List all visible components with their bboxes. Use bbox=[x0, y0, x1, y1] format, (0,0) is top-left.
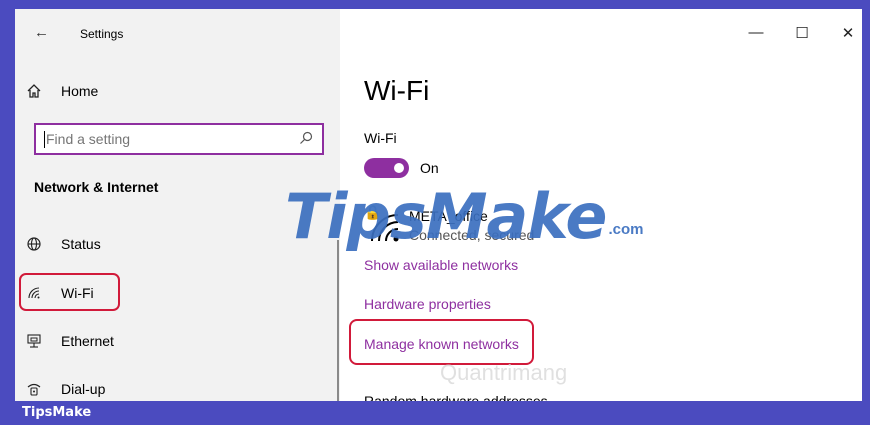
sidebar-item-home[interactable]: Home bbox=[24, 83, 98, 99]
home-icon bbox=[24, 83, 44, 99]
network-status: Connected, secured bbox=[409, 227, 535, 243]
close-button[interactable]: ✕ bbox=[838, 24, 858, 42]
minimize-button[interactable]: — bbox=[746, 24, 766, 42]
app-title: Settings bbox=[80, 27, 124, 41]
wifi-toggle[interactable] bbox=[364, 158, 409, 178]
text-caret bbox=[44, 131, 45, 148]
search-box[interactable] bbox=[34, 123, 324, 155]
frame-top-border bbox=[0, 0, 870, 9]
page-title: Wi-Fi bbox=[364, 75, 430, 106]
footer-bar bbox=[0, 401, 870, 425]
random-hardware-addresses-heading: Random hardware addresses bbox=[364, 394, 548, 401]
show-available-networks-link[interactable]: Show available networks bbox=[364, 257, 518, 273]
back-arrow-icon[interactable]: ← bbox=[34, 24, 49, 41]
wifi-highlight-box bbox=[19, 273, 120, 311]
globe-icon bbox=[24, 236, 44, 252]
dialup-icon bbox=[24, 381, 44, 397]
toggle-knob bbox=[394, 163, 404, 173]
sidebar-item-dialup[interactable]: Dial-up bbox=[24, 381, 105, 397]
sidebar-item-label: Dial-up bbox=[61, 381, 106, 397]
section-heading: Network & Internet bbox=[34, 179, 159, 195]
wifi-toggle-label: Wi-Fi bbox=[364, 130, 397, 146]
hardware-properties-link[interactable]: Hardware properties bbox=[364, 296, 491, 312]
window-controls: — ☐ ✕ bbox=[746, 24, 858, 42]
network-name[interactable]: META_office bbox=[409, 208, 488, 224]
search-input[interactable] bbox=[46, 131, 296, 147]
sidebar-scrollbar[interactable] bbox=[337, 240, 339, 401]
frame-left-border bbox=[0, 0, 15, 425]
sidebar-item-label: Status bbox=[61, 236, 101, 252]
footer-label: TipsMake bbox=[22, 405, 92, 420]
sidebar-item-label: Home bbox=[61, 83, 99, 99]
frame-right-border bbox=[862, 0, 870, 425]
sidebar-item-label: Ethernet bbox=[61, 333, 114, 349]
wifi-signal-icon bbox=[370, 213, 402, 243]
sidebar-item-status[interactable]: Status bbox=[24, 236, 101, 252]
maximize-button[interactable]: ☐ bbox=[792, 24, 812, 42]
sidebar-item-ethernet[interactable]: Ethernet bbox=[24, 333, 114, 349]
search-icon[interactable] bbox=[298, 130, 314, 146]
manage-highlight-box bbox=[349, 319, 534, 365]
toggle-state-label: On bbox=[420, 160, 439, 176]
ethernet-icon bbox=[24, 333, 44, 349]
